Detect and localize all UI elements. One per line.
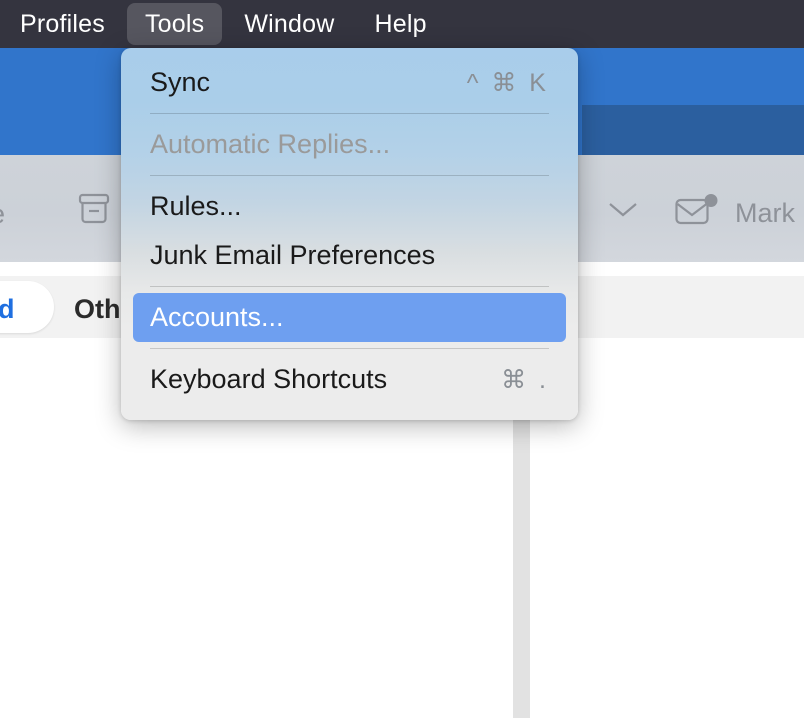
tools-menu-items: Sync ^ ⌘ K Automatic Replies... Rules...… <box>121 48 578 420</box>
menu-separator <box>150 348 549 349</box>
menu-bar-items: Profiles Tools Window Help <box>0 0 447 48</box>
menu-bar: Profiles Tools Window Help <box>0 0 804 48</box>
menu-item-shortcut: ^ ⌘ K <box>466 68 549 97</box>
menu-separator <box>150 113 549 114</box>
menu-item-junk-email-preferences[interactable]: Junk Email Preferences <box>133 231 566 280</box>
envelope-unread-icon[interactable] <box>674 193 720 227</box>
menu-item-accounts[interactable]: Accounts... <box>133 293 566 342</box>
menubar-item-profiles[interactable]: Profiles <box>2 3 123 45</box>
menu-item-rules[interactable]: Rules... <box>133 182 566 231</box>
menu-item-label: Keyboard Shortcuts <box>150 364 388 394</box>
toolbar-truncated-label: e <box>0 199 5 230</box>
menubar-item-window[interactable]: Window <box>226 3 352 45</box>
archive-icon[interactable] <box>76 191 112 227</box>
menu-item-automatic-replies: Automatic Replies... <box>133 120 566 169</box>
chevron-down-icon[interactable] <box>604 199 642 219</box>
menu-item-label: Automatic Replies... <box>150 129 391 159</box>
menu-item-label: Accounts... <box>150 302 284 332</box>
menu-separator <box>150 175 549 176</box>
app-root: Profiles Tools Window Help e <box>0 0 804 718</box>
menubar-item-help[interactable]: Help <box>356 3 444 45</box>
menu-item-shortcut: ⌘ . <box>501 365 549 394</box>
menu-item-label: Sync <box>150 67 211 97</box>
menu-item-label: Rules... <box>150 191 242 221</box>
menu-separator <box>150 286 549 287</box>
menubar-item-tools[interactable]: Tools <box>126 3 223 45</box>
tools-dropdown-menu: Sync ^ ⌘ K Automatic Replies... Rules...… <box>121 48 578 420</box>
menu-item-label: Junk Email Preferences <box>150 240 436 270</box>
menu-item-keyboard-shortcuts[interactable]: Keyboard Shortcuts ⌘ . <box>133 355 566 404</box>
menu-item-sync[interactable]: Sync ^ ⌘ K <box>133 58 566 107</box>
tab-focused-label[interactable]: d <box>0 294 15 325</box>
mark-label[interactable]: Mark <box>735 198 795 229</box>
